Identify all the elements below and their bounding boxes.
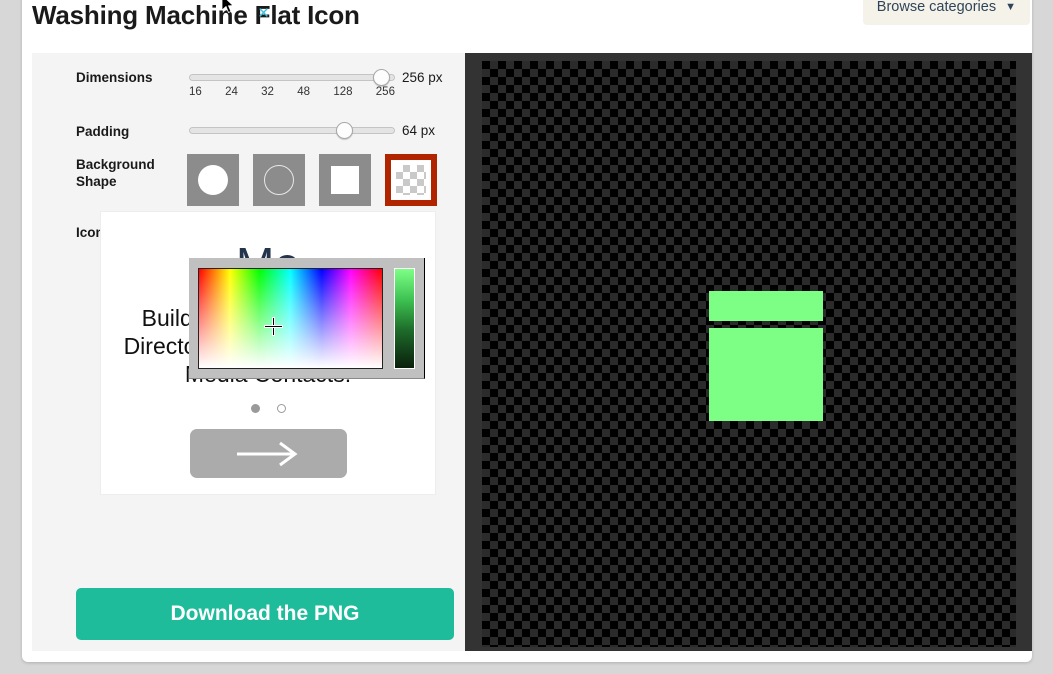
dimensions-tick-labels: 16 24 32 48 128 256: [189, 86, 395, 98]
dimensions-slider-track[interactable]: [189, 74, 395, 81]
padding-slider-handle[interactable]: [336, 122, 353, 139]
dimensions-value: 256 px: [402, 70, 443, 85]
shape-swatch-body: [319, 154, 371, 206]
background-shape-label: Background Shape: [76, 157, 155, 189]
shape-swatch-body: [187, 154, 239, 206]
transparency-checkerboard: [482, 61, 1016, 647]
shape-option-circle-outline[interactable]: [253, 154, 305, 206]
arrow-right-icon: [237, 441, 298, 466]
dimensions-slider-handle[interactable]: [373, 69, 390, 86]
download-png-button[interactable]: Download the PNG: [76, 588, 454, 640]
dimensions-tick: 256: [375, 86, 395, 98]
color-crosshair-marker[interactable]: [265, 318, 282, 335]
dimensions-tick: 16: [189, 86, 202, 98]
dimensions-tick: 32: [261, 86, 274, 98]
shape-option-transparent[interactable]: [385, 154, 437, 206]
padding-slider-track[interactable]: [189, 127, 395, 134]
square-icon: [331, 166, 359, 194]
shape-option-square[interactable]: [319, 154, 371, 206]
dimensions-label: Dimensions: [76, 70, 153, 85]
page-title: Washing Machine Flat Icon: [32, 0, 360, 30]
ad-cta-button[interactable]: [189, 429, 347, 478]
carousel-dot[interactable]: [276, 404, 286, 413]
circle-outline-icon: [264, 165, 294, 195]
padding-label: Padding: [76, 124, 130, 139]
browse-categories-label: Browse categories: [876, 0, 997, 15]
mouse-cursor-pointer: [222, 0, 234, 14]
dimensions-tick: 48: [297, 86, 311, 98]
brightness-slider-strip[interactable]: [394, 268, 415, 369]
saturation-value-gradient[interactable]: [198, 268, 383, 369]
ad-carousel-dots: [101, 404, 435, 413]
shape-swatch-body: [391, 160, 431, 200]
dimensions-tick: 24: [225, 86, 238, 98]
circle-filled-icon: [198, 165, 228, 195]
carousel-dot[interactable]: [250, 404, 260, 413]
transparent-checker-icon: [396, 165, 426, 195]
icon-preview-panel: [465, 53, 1032, 651]
chevron-down-icon: ▼: [1005, 1, 1016, 13]
browse-categories-button[interactable]: Browse categories ▼: [862, 0, 1030, 25]
washing-machine-icon-render: [709, 291, 823, 421]
page-header: Washing Machine Flat Icon Browse categor…: [22, 0, 1032, 38]
dimensions-tick: 128: [333, 86, 353, 98]
close-icon[interactable]: ×: [258, 4, 269, 23]
shape-swatch-body: [253, 154, 305, 206]
shape-option-circle-filled[interactable]: [187, 154, 239, 206]
color-picker-popup[interactable]: [189, 258, 425, 379]
padding-value: 64 px: [402, 123, 436, 138]
app-card: Washing Machine Flat Icon Browse categor…: [22, 0, 1032, 662]
